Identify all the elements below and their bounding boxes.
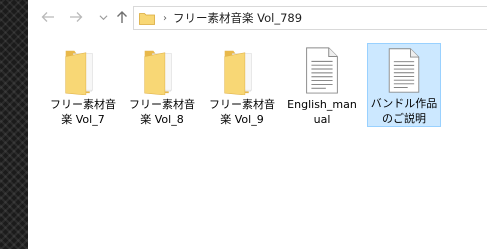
folder-item-vol8[interactable]: フリー素材音楽 Vol_8 xyxy=(125,43,199,127)
back-arrow-icon xyxy=(41,12,54,22)
file-item-english-manual[interactable]: English_manual xyxy=(285,43,359,127)
folder-item-vol9[interactable]: フリー素材音楽 Vol_9 xyxy=(205,43,279,127)
forward-arrow-icon xyxy=(70,12,83,22)
breadcrumb-current-folder[interactable]: フリー素材音楽 Vol_789 xyxy=(173,10,302,26)
up-button[interactable] xyxy=(114,8,130,26)
folder-item-vol7[interactable]: フリー素材音楽 Vol_7 xyxy=(46,43,120,127)
text-document-icon xyxy=(388,48,420,93)
folder-label: フリー素材音楽 Vol_7 xyxy=(50,98,116,126)
desktop-background xyxy=(0,0,28,249)
file-label: English_manual xyxy=(287,98,357,126)
folder-icon xyxy=(144,50,172,95)
file-item-bundle-description[interactable]: バンドル作品のご説明 xyxy=(367,43,441,127)
folder-icon xyxy=(139,13,155,25)
folder-icon xyxy=(65,50,93,95)
folder-icon xyxy=(224,50,252,95)
recent-locations-button[interactable] xyxy=(95,8,111,26)
forward-button[interactable] xyxy=(68,8,84,26)
folder-label: フリー素材音楽 Vol_8 xyxy=(129,98,195,126)
up-arrow-icon xyxy=(117,11,127,23)
file-label: バンドル作品のご説明 xyxy=(370,97,438,125)
file-explorer-window: › フリー素材音楽 Vol_789 フリー素材音楽 Vol_7 フリー素材音楽 … xyxy=(28,0,487,249)
text-document-icon xyxy=(306,47,338,94)
back-button[interactable] xyxy=(40,8,56,26)
chevron-down-icon xyxy=(99,14,107,20)
file-list: フリー素材音楽 Vol_7 フリー素材音楽 Vol_8 フリー素材音楽 Vol_… xyxy=(28,40,487,249)
address-bar[interactable]: › フリー素材音楽 Vol_789 xyxy=(133,6,487,30)
breadcrumb-separator: › xyxy=(163,12,167,24)
folder-label: フリー素材音楽 Vol_9 xyxy=(209,98,275,126)
